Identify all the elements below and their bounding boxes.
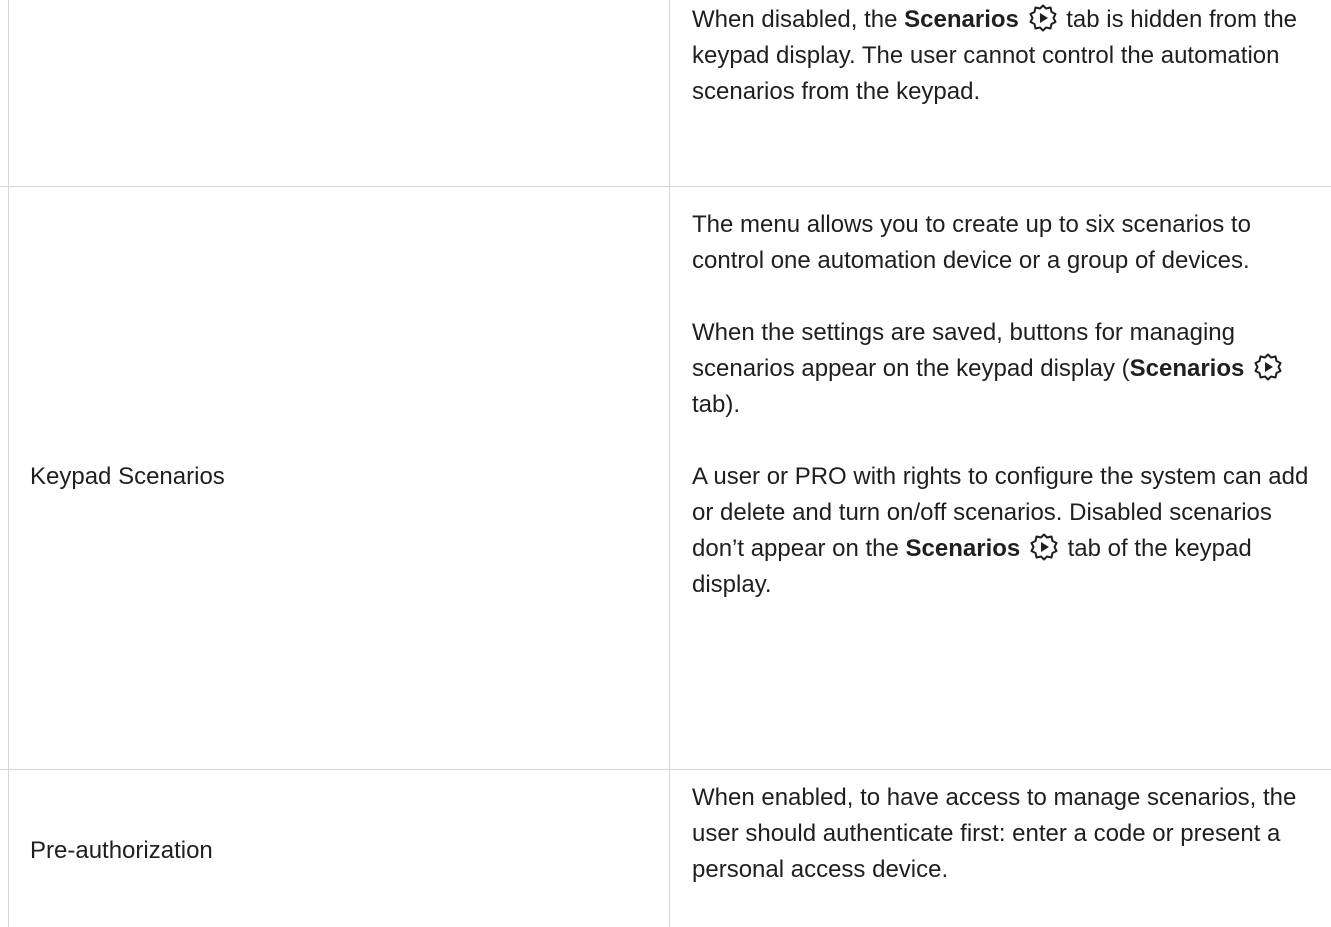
row-description: When disabled, the Scenarios tab is hidd… xyxy=(692,2,1317,110)
settings-table: When disabled, the Scenarios tab is hidd… xyxy=(0,0,1331,927)
description-paragraph: When disabled, the Scenarios tab is hidd… xyxy=(692,2,1317,110)
scenarios-tab-name: Scenarios xyxy=(904,6,1019,33)
description-paragraph: When enabled, to have access to manage s… xyxy=(692,784,1297,883)
table-row: Pre-authorization When enabled, to have … xyxy=(0,770,1331,927)
scenarios-gear-play-icon xyxy=(1027,3,1059,33)
setting-name: Keypad Scenarios xyxy=(30,463,225,490)
description-paragraph: A user or PRO with rights to configure t… xyxy=(692,463,1309,598)
setting-name: Pre-authorization xyxy=(30,837,213,864)
table-row: When disabled, the Scenarios tab is hidd… xyxy=(0,0,1331,186)
scenarios-tab-name: Scenarios xyxy=(905,535,1021,562)
row-description: When enabled, to have access to manage s… xyxy=(692,780,1317,888)
description-paragraph: The menu allows you to create up to six … xyxy=(692,211,1251,274)
description-paragraph: When the settings are saved, buttons for… xyxy=(692,315,1317,423)
scenarios-gear-play-icon xyxy=(1028,532,1060,562)
row-description: The menu allows you to create up to six … xyxy=(692,207,1317,603)
scenarios-gear-play-icon xyxy=(1252,352,1284,382)
table-row: Keypad Scenarios The menu allows you to … xyxy=(0,187,1331,769)
scenarios-tab-name: Scenarios xyxy=(1129,355,1245,382)
